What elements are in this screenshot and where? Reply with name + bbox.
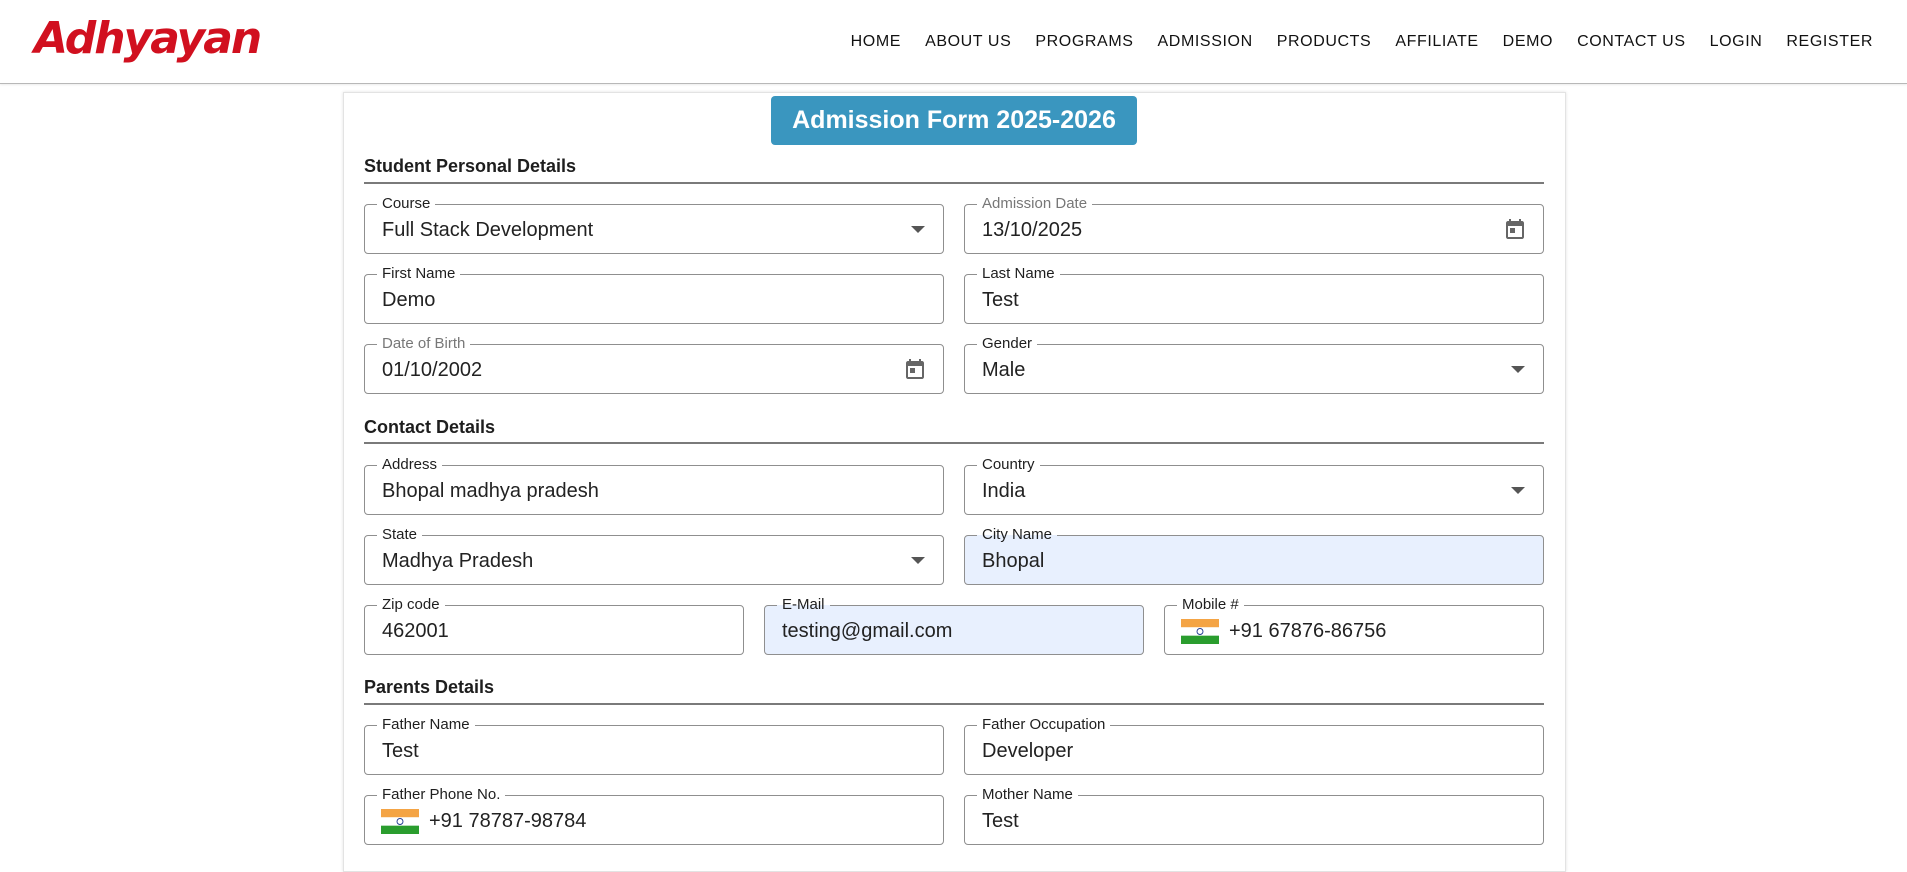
section-title-contact: Contact Details (364, 417, 496, 437)
form-title: Admission Form 2025-2026 (771, 96, 1137, 145)
field-value: India (982, 480, 1026, 502)
city-name-field[interactable]: City Name Bhopal (964, 526, 1544, 585)
field-label: Father Phone No. (377, 786, 506, 804)
field-value: Male (982, 359, 1026, 381)
nav-admission[interactable]: ADMISSION (1158, 33, 1253, 51)
date-of-birth-field[interactable]: Date of Birth 01/10/2002 (364, 335, 944, 394)
india-flag-icon[interactable] (381, 809, 419, 834)
nav-demo[interactable]: DEMO (1503, 33, 1553, 51)
field-label: Admission Date (977, 195, 1093, 213)
nav-home[interactable]: HOME (851, 33, 901, 51)
field-label: Last Name (977, 265, 1060, 283)
field-value: Bhopal madhya pradesh (382, 480, 599, 502)
email-field[interactable]: E-Mail testing@gmail.com (764, 596, 1144, 655)
chevron-down-icon[interactable] (1511, 487, 1525, 494)
section-divider (364, 703, 1544, 705)
father-name-field[interactable]: Father Name Test (364, 716, 944, 775)
section-title-parents: Parents Details (364, 677, 495, 697)
nav-programs[interactable]: PROGRAMS (1035, 33, 1133, 51)
first-name-field[interactable]: First Name Demo (364, 265, 944, 324)
field-label: City Name (977, 526, 1058, 544)
nav-products[interactable]: PRODUCTS (1277, 33, 1372, 51)
logo-text: Adhyayan (34, 12, 262, 64)
nav-affiliate[interactable]: AFFILIATE (1395, 33, 1478, 51)
field-label: Address (377, 456, 443, 474)
chevron-down-icon[interactable] (911, 226, 925, 233)
field-value: Full Stack Development (382, 219, 594, 241)
mother-name-field[interactable]: Mother Name Test (964, 786, 1544, 845)
chevron-down-icon[interactable] (1511, 366, 1525, 373)
chevron-down-icon[interactable] (911, 557, 925, 564)
state-select[interactable]: State Madhya Pradesh (364, 526, 944, 585)
field-label: First Name (377, 265, 461, 283)
nav-about-us[interactable]: ABOUT US (925, 33, 1011, 51)
field-value: +91 67876-86756 (1229, 620, 1387, 642)
gender-select[interactable]: Gender Male (964, 335, 1544, 394)
field-value: Developer (982, 740, 1074, 762)
course-select[interactable]: Course Full Stack Development (364, 195, 944, 254)
field-value: 462001 (382, 620, 449, 642)
field-label: Father Occupation (977, 716, 1111, 734)
section-divider (364, 442, 1544, 444)
field-value: Test (982, 289, 1019, 311)
country-select[interactable]: Country India (964, 456, 1544, 515)
father-phone-field[interactable]: Father Phone No. +91 78787-98784 (364, 786, 944, 845)
field-label: Zip code (377, 596, 445, 614)
field-label: State (377, 526, 423, 544)
field-value: Madhya Pradesh (382, 550, 534, 572)
admission-date-field[interactable]: Admission Date 13/10/2025 (964, 195, 1544, 254)
field-value: +91 78787-98784 (429, 810, 587, 832)
field-value: Test (982, 810, 1019, 832)
address-field[interactable]: Address Bhopal madhya pradesh (364, 456, 944, 515)
father-occupation-field[interactable]: Father Occupation Developer (964, 716, 1544, 775)
field-label: Country (977, 456, 1040, 474)
nav-contact-us[interactable]: CONTACT US (1577, 33, 1686, 51)
section-title-personal: Student Personal Details (364, 156, 577, 176)
field-value: 13/10/2025 (982, 219, 1083, 241)
india-flag-icon[interactable] (1181, 619, 1219, 644)
nav-register[interactable]: REGISTER (1786, 33, 1873, 51)
calendar-icon[interactable] (1503, 217, 1527, 243)
field-label: Date of Birth (377, 335, 471, 353)
field-label: Gender (977, 335, 1038, 353)
field-value: testing@gmail.com (782, 620, 953, 642)
mobile-field[interactable]: Mobile # +91 67876-86756 (1164, 596, 1544, 655)
main-nav: HOME ABOUT US PROGRAMS ADMISSION PRODUCT… (827, 0, 1873, 84)
calendar-icon[interactable] (903, 357, 927, 383)
field-value: 01/10/2002 (382, 359, 483, 381)
logo[interactable]: Adhyayan (34, 8, 262, 68)
field-value: Demo (382, 289, 436, 311)
section-divider (364, 182, 1544, 184)
field-label: Mother Name (977, 786, 1078, 804)
top-navbar: Adhyayan HOME ABOUT US PROGRAMS ADMISSIO… (0, 0, 1907, 84)
field-label: Mobile # (1177, 596, 1244, 614)
field-value: Test (382, 740, 419, 762)
field-label: Course (377, 195, 436, 213)
field-value: Bhopal (982, 550, 1045, 572)
zip-code-field[interactable]: Zip code 462001 (364, 596, 744, 655)
field-label: E-Mail (777, 596, 830, 614)
field-label: Father Name (377, 716, 475, 734)
nav-login[interactable]: LOGIN (1710, 33, 1763, 51)
last-name-field[interactable]: Last Name Test (964, 265, 1544, 324)
